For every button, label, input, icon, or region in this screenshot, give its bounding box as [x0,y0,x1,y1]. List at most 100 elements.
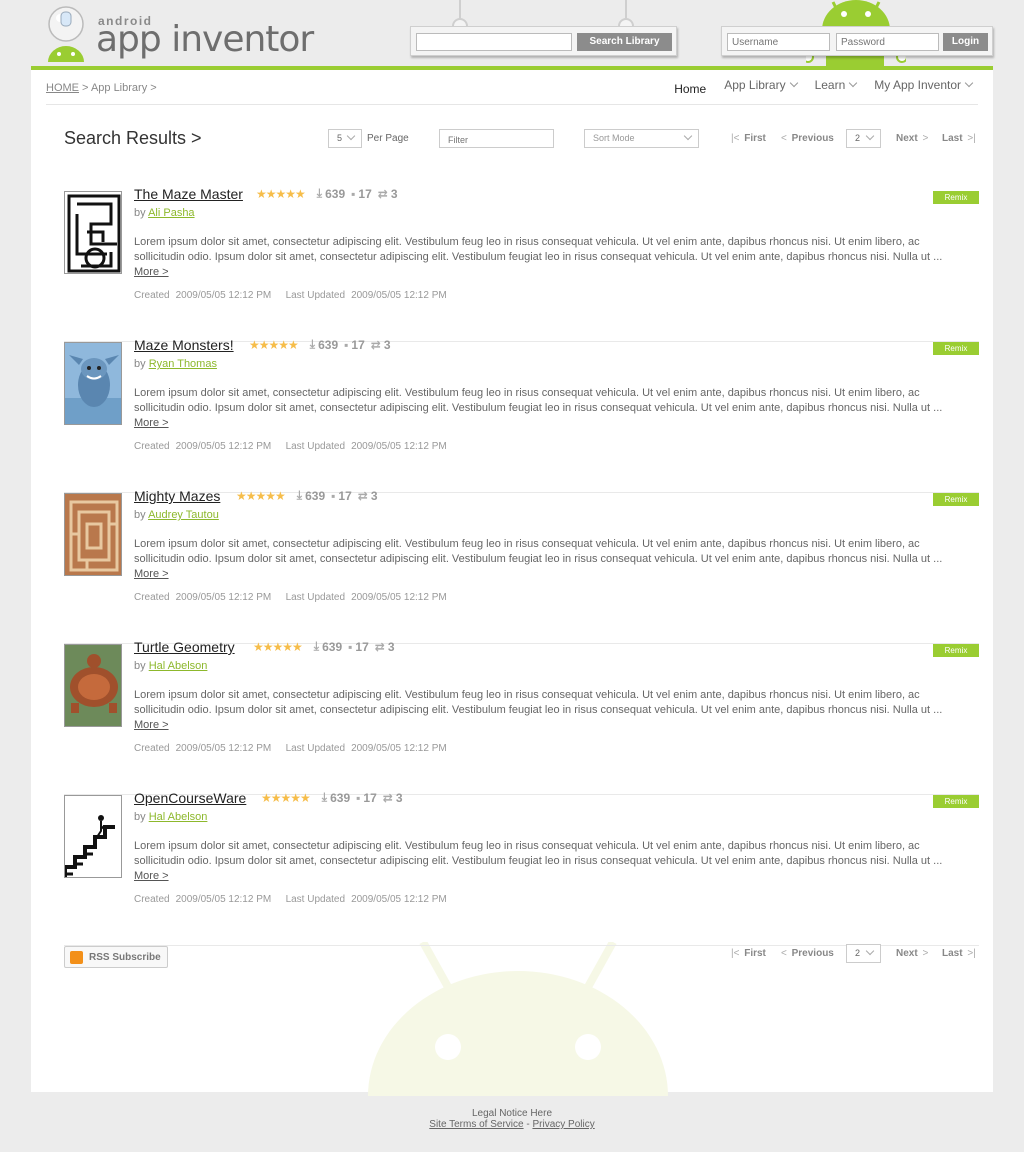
app-thumbnail[interactable] [64,342,122,425]
chevron-down-icon [964,78,974,88]
rss-icon [70,951,83,964]
password-input[interactable] [836,33,939,51]
shuffle-icon: ⇄ [357,488,368,503]
login-button[interactable]: Login [943,33,988,51]
nav-home[interactable]: Home [667,66,714,96]
remix-button[interactable]: Remix [933,191,979,204]
pager-first[interactable]: |< First [729,133,766,144]
search-input[interactable] [416,33,572,51]
sort-mode-select[interactable]: Sort Mode [584,129,699,148]
app-title-link[interactable]: Mighty Mazes [134,488,220,504]
remix-count-value: 3 [383,337,391,352]
pager-previous[interactable]: < Previous [779,948,834,959]
author-link[interactable]: Hal Abelson [149,811,208,823]
pager-last[interactable]: Last >| [942,948,978,959]
page-select[interactable]: 2 [846,129,881,148]
search-library-button[interactable]: Search Library [577,33,672,51]
created-label: Created [134,592,170,603]
app-description: Lorem ipsum dolor sit amet, consectetur … [134,537,946,582]
app-stats: ★★★★★ ⤓ 639 ▪ 17 ⇄ 3 [249,337,397,352]
nav-app-library[interactable]: App Library [717,70,803,100]
remix-count: ⇄ 3 [378,187,398,201]
app-inventor-logo[interactable]: android app inventor [36,2,316,68]
shuffle-icon: ⇄ [374,639,385,654]
stairs-thumbnail-image [65,796,121,877]
rss-subscribe-button[interactable]: RSS Subscribe [64,946,168,968]
app-thumbnail[interactable] [64,191,122,274]
last-page-icon: >| [967,948,976,959]
updated-label: Last Updated [285,441,346,452]
breadcrumb-app-library[interactable]: App Library [91,82,147,94]
result-item: OpenCourseWare ★★★★★ ⤓ 639 ▪ 17 ⇄ 3 by Hal … [64,790,979,946]
more-link[interactable]: More > [134,870,169,882]
pager-next[interactable]: Next > [896,948,930,959]
username-input[interactable] [727,33,830,51]
app-title-link[interactable]: The Maze Master [134,186,243,202]
description-text: Lorem ipsum dolor sit amet, consectetur … [134,236,943,263]
per-page-label: Per Page [367,133,409,144]
main-panel: HOME > App Library > Home App Library Le… [31,66,993,1096]
nav-learn[interactable]: Learn [808,70,864,100]
app-thumbnail[interactable] [64,795,122,878]
more-link[interactable]: More > [134,568,169,580]
download-icon: ⤓ [316,186,323,200]
filter-input[interactable] [439,129,554,148]
pager-next[interactable]: Next > [896,133,930,144]
privacy-policy-link[interactable]: Privacy Policy [532,1119,594,1130]
app-title-link[interactable]: Turtle Geometry [134,639,235,655]
result-item: The Maze Master ★★★★★ ⤓ 639 ▪ 17 ⇄ 3 by Ali… [64,186,979,342]
chevron-down-icon [849,78,858,88]
remix-button[interactable]: Remix [933,493,979,506]
pager-first[interactable]: |< First [729,948,766,959]
updated-date: 2009/05/05 12:12 PM [351,743,447,754]
author-link[interactable]: Hal Abelson [149,660,208,672]
more-link[interactable]: More > [134,719,169,731]
page-select[interactable]: 2 [846,944,881,963]
comment-count-value: 17 [338,488,352,503]
app-stats: ★★★★★ ⤓ 639 ▪ 17 ⇄ 3 [256,186,404,201]
app-thumbnail[interactable] [64,493,122,576]
download-count: ⤓ 639 [314,639,342,654]
breadcrumb-home-link[interactable]: HOME [46,82,79,94]
author-link[interactable]: Ali Pasha [148,207,194,219]
login-box: Login [721,26,993,56]
description-text: Lorem ipsum dolor sit amet, consectetur … [134,538,943,565]
download-icon: ⤓ [313,639,320,653]
first-page-icon: |< [731,133,740,144]
remix-count-value: 3 [370,488,378,503]
app-title-link[interactable]: Maze Monsters! [134,337,234,353]
comment-icon: ▪ [348,639,353,654]
description-text: Lorem ipsum dolor sit amet, consectetur … [134,387,943,414]
app-title-link[interactable]: OpenCourseWare [134,790,246,806]
author-link[interactable]: Ryan Thomas [149,358,217,370]
comment-count: ▪ 17 [356,791,377,805]
app-dates: Created 2009/05/05 12:12 PM Last Updated 2… [134,592,453,603]
remix-button[interactable]: Remix [933,342,979,355]
pager-next-label: Next [896,133,918,144]
remix-button[interactable]: Remix [933,644,979,657]
updated-date: 2009/05/05 12:12 PM [351,894,447,905]
star-rating-icon[interactable]: ★★★★★ [261,791,311,805]
more-link[interactable]: More > [134,417,169,429]
pager-first-label: First [744,948,766,959]
per-page-select[interactable]: 5 [328,129,362,148]
comment-icon: ▪ [351,186,356,201]
star-rating-icon[interactable]: ★★★★★ [236,489,286,503]
author-link[interactable]: Audrey Tautou [148,509,219,521]
comment-count-value: 17 [358,186,372,201]
app-stats: ★★★★★ ⤓ 639 ▪ 17 ⇄ 3 [261,790,409,805]
created-label: Created [134,290,170,301]
star-rating-icon[interactable]: ★★★★★ [253,640,303,654]
app-thumbnail[interactable] [64,644,122,727]
star-rating-icon[interactable]: ★★★★★ [256,187,306,201]
remix-button[interactable]: Remix [933,795,979,808]
pager-last[interactable]: Last >| [942,133,978,144]
pager-previous[interactable]: < Previous [779,133,834,144]
star-rating-icon[interactable]: ★★★★★ [249,338,299,352]
by-label: by [134,358,146,370]
download-icon: ⤓ [309,337,316,351]
more-link[interactable]: More > [134,266,169,278]
created-label: Created [134,894,170,905]
nav-my-app-inventor[interactable]: My App Inventor [867,70,979,100]
terms-of-service-link[interactable]: Site Terms of Service [429,1119,523,1130]
